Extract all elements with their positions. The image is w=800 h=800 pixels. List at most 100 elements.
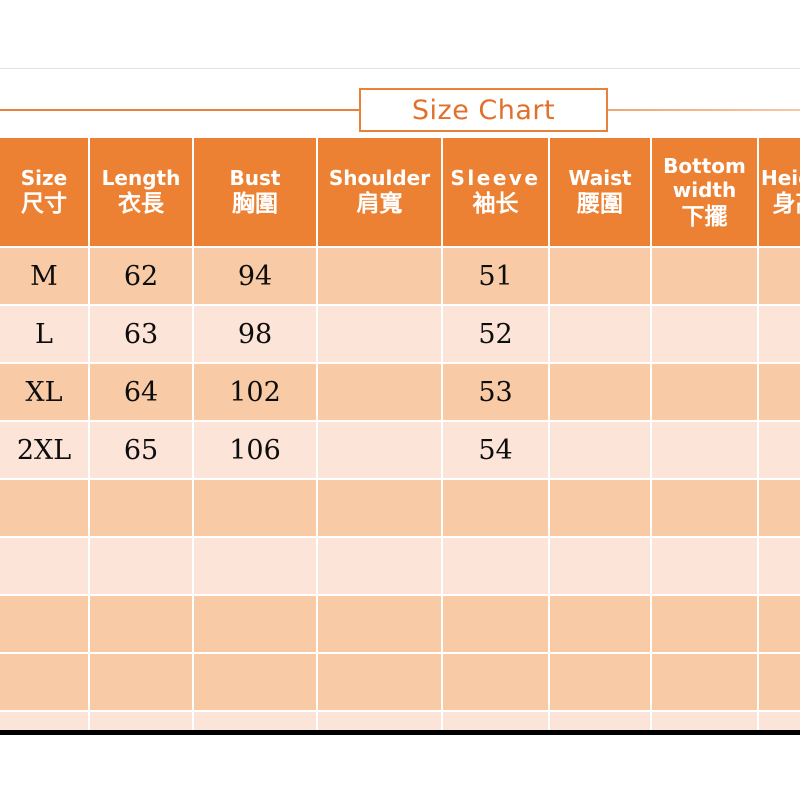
cell-bust [194, 480, 316, 536]
cell-waist [550, 596, 650, 652]
cell-waist [550, 654, 650, 710]
title-box: Size Chart [359, 88, 608, 132]
header-label-en-waist: Waist [568, 165, 632, 190]
cell-length [90, 538, 192, 594]
cell-shoulder [318, 712, 441, 730]
cell-sleeve: 54 [443, 422, 548, 478]
cell-height [759, 364, 800, 420]
table-row: L 63 98 52 [0, 306, 800, 362]
cell-size: M [0, 248, 88, 304]
header-label-en-length: Length [101, 165, 181, 190]
cell-sleeve: 52 [443, 306, 548, 362]
size-chart-table-wrap: Size 尺寸 Length 衣長 Bust 胸圍 Shoulder 肩寬 Sleeve 袖长 Wa… [0, 138, 800, 730]
title-band: Size Chart [0, 88, 800, 132]
header-label-cn-shoulder: 肩寬 [356, 190, 403, 217]
cell-shoulder [318, 654, 441, 710]
cell-size [0, 480, 88, 536]
cell-waist [550, 364, 650, 420]
table-row: M 62 94 51 [0, 248, 800, 304]
cell-shoulder [318, 422, 441, 478]
cell-waist [550, 712, 650, 730]
header-label-cn-height: 身高 [772, 190, 800, 217]
header-label-cn-length: 衣長 [118, 190, 164, 217]
header-label-en-size: Size [20, 165, 68, 190]
table-row [0, 654, 800, 710]
table-header: Size 尺寸 Length 衣長 Bust 胸圍 Shoulder 肩寬 Sleeve 袖长 Wa… [0, 138, 800, 246]
cell-shoulder [318, 248, 441, 304]
size-chart-canvas: Size Chart Size 尺寸 Length 衣長 Bust 胸圍 Shoulder 肩… [0, 0, 800, 800]
cell-bottom [652, 364, 757, 420]
cell-bust: 98 [194, 306, 316, 362]
cell-bottom [652, 422, 757, 478]
table-row [0, 712, 800, 730]
cell-height [759, 306, 800, 362]
cell-waist [550, 422, 650, 478]
cell-waist [550, 306, 650, 362]
cell-length [90, 480, 192, 536]
cell-bottom [652, 712, 757, 730]
header-cell-waist: Waist 腰圍 [550, 138, 650, 246]
header-label-en-height: Height [761, 165, 800, 190]
header-cell-sleeve: Sleeve 袖长 [443, 138, 548, 246]
header-cell-length: Length 衣長 [90, 138, 192, 246]
cell-length: 65 [90, 422, 192, 478]
header-cell-shoulder: Shoulder 肩寬 [318, 138, 441, 246]
bottom-divider [0, 730, 800, 735]
cell-size: 2XL [0, 422, 88, 478]
header-label-en-bust: Bust [229, 165, 281, 190]
cell-bottom [652, 654, 757, 710]
cell-shoulder [318, 538, 441, 594]
header-label-cn-bottom: 下擺 [681, 203, 728, 230]
cell-bust: 102 [194, 364, 316, 420]
table-body: M 62 94 51 L 63 98 52 XL 64 102 53 2XL 65 106 54 [0, 248, 800, 730]
cell-height [759, 422, 800, 478]
cell-sleeve [443, 596, 548, 652]
size-chart-table: Size 尺寸 Length 衣長 Bust 胸圍 Shoulder 肩寬 Sleeve 袖长 Wa… [0, 138, 800, 730]
cell-length [90, 712, 192, 730]
cell-shoulder [318, 596, 441, 652]
cell-waist [550, 480, 650, 536]
cell-sleeve [443, 654, 548, 710]
cell-bust [194, 654, 316, 710]
cell-height [759, 538, 800, 594]
cell-bust: 106 [194, 422, 316, 478]
top-divider [0, 68, 800, 69]
cell-shoulder [318, 364, 441, 420]
table-row: XL 64 102 53 [0, 364, 800, 420]
cell-bottom [652, 596, 757, 652]
cell-length: 63 [90, 306, 192, 362]
cell-size [0, 538, 88, 594]
cell-height [759, 654, 800, 710]
cell-height [759, 712, 800, 730]
cell-length [90, 654, 192, 710]
cell-size: L [0, 306, 88, 362]
cell-size [0, 654, 88, 710]
cell-height [759, 248, 800, 304]
cell-bust [194, 538, 316, 594]
cell-sleeve [443, 712, 548, 730]
table-row [0, 480, 800, 536]
header-cell-size: Size 尺寸 [0, 138, 88, 246]
cell-waist [550, 248, 650, 304]
header-label-cn-bust: 胸圍 [232, 190, 278, 217]
cell-bottom [652, 480, 757, 536]
header-label-en-shoulder: Shoulder [328, 165, 431, 190]
cell-bottom [652, 248, 757, 304]
cell-bust: 94 [194, 248, 316, 304]
cell-sleeve [443, 538, 548, 594]
header-label-cn-size: 尺寸 [21, 190, 67, 217]
cell-length: 64 [90, 364, 192, 420]
page-title: Size Chart [411, 94, 556, 126]
table-row [0, 538, 800, 594]
cell-size [0, 596, 88, 652]
header-row: Size 尺寸 Length 衣長 Bust 胸圍 Shoulder 肩寬 Sleeve 袖长 Wa… [0, 138, 800, 246]
header-label-cn-waist: 腰圍 [577, 190, 623, 217]
cell-shoulder [318, 306, 441, 362]
title-rule-left [0, 109, 359, 111]
cell-bottom [652, 538, 757, 594]
title-rule-right [608, 109, 800, 111]
header-cell-bottom: Bottom width 下擺 [652, 138, 757, 246]
cell-sleeve: 51 [443, 248, 548, 304]
header-label-en-bottom: Bottom width [663, 153, 746, 203]
cell-length [90, 596, 192, 652]
